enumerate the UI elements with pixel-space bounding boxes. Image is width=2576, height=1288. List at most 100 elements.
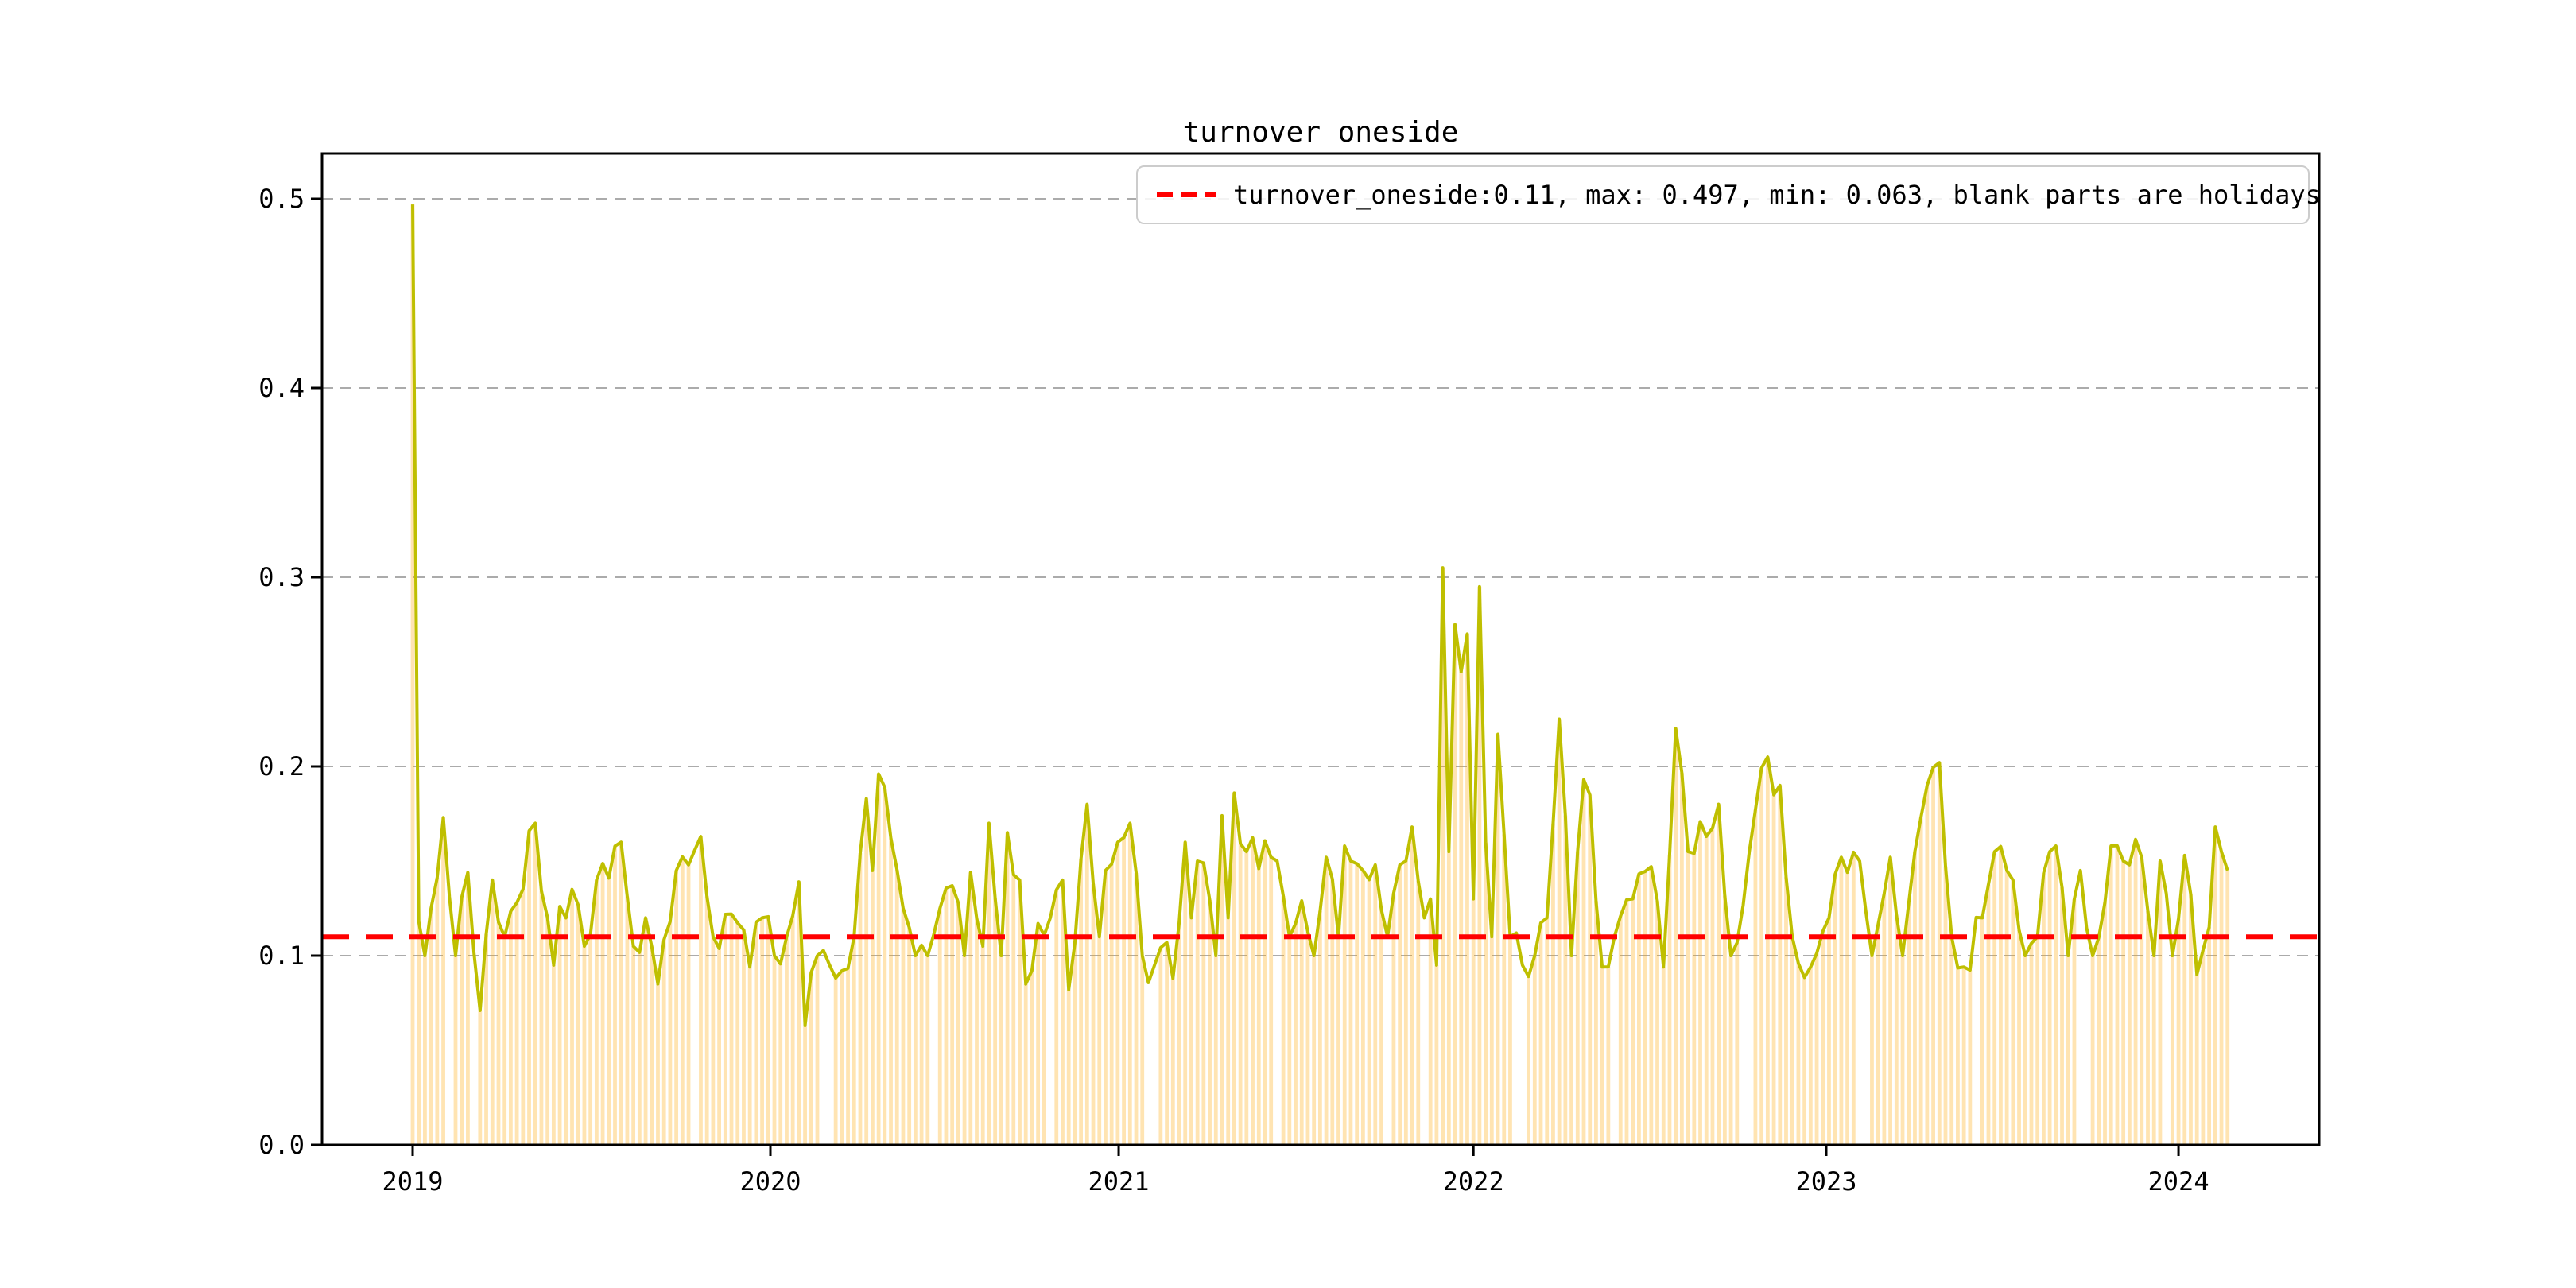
turnover-bar [1661,967,1666,1145]
turnover-bar [551,964,556,1145]
turnover-bar [2225,870,2230,1145]
turnover-bar [809,972,813,1145]
turnover-bar [852,937,856,1145]
y-tick-label: 0.2 [258,751,305,782]
turnover-bar [1091,883,1096,1145]
turnover-bar [545,918,550,1145]
turnover-bar [919,945,924,1145]
turnover-bar [631,946,636,1145]
turnover-bar [1913,852,1917,1145]
turnover-bar [1722,895,1727,1145]
turnover-line [411,204,2229,1028]
turnover-bar [1066,989,1071,1145]
turnover-bar [1808,967,1813,1145]
turnover-bar [975,918,979,1145]
turnover-bar [1183,842,1188,1145]
turnover-bar [913,956,918,1145]
y-tick-label: 0.5 [258,184,305,214]
turnover-bar [1336,937,1340,1145]
turnover-bar [1992,852,1997,1145]
turnover-bar [1968,970,1973,1145]
turnover-bar [613,846,617,1145]
turnover-bar [2047,852,2052,1145]
turnover-bar [790,915,795,1145]
turnover-bar [1324,857,1329,1145]
turnover-bar [699,836,703,1145]
turnover-bar [1287,937,1292,1145]
turnover-bar [625,896,630,1145]
turnover-bar [564,918,568,1145]
turnover-bar [2041,873,2046,1145]
turnover-bar [588,934,593,1145]
turnover-bar [1360,870,1365,1145]
turnover-bar [2035,937,2040,1145]
turnover-bar [1036,923,1041,1145]
turnover-bar [2017,929,2021,1145]
turnover-bar [1551,823,1555,1145]
turnover-bar [1704,836,1709,1145]
turnover-bar [1956,968,1960,1145]
turnover-bar [711,937,716,1145]
turnover-bar [785,937,789,1145]
turnover-bar [1710,828,1715,1145]
turnover-bar [864,798,869,1145]
turnover-bar [1943,866,1948,1145]
turnover-bar [894,869,899,1145]
turnover-bar [600,863,605,1145]
turnover-bar [735,922,740,1145]
turnover-bar [1115,842,1120,1145]
turnover-bar [527,830,531,1145]
turnover-bar [1728,956,1733,1145]
turnover-bar [1317,910,1322,1145]
turnover-bar [1771,794,1776,1145]
turnover-bar [1845,872,1850,1145]
turnover-bar [815,956,820,1145]
turnover-bar [1140,956,1145,1145]
turnover-bar [686,864,691,1145]
turnover-bar [417,921,421,1145]
turnover-bar [840,971,844,1145]
turnover-bar [1557,719,1562,1145]
turnover-bar [1158,947,1163,1145]
turnover-bar [889,838,893,1145]
turnover-bar [496,921,501,1145]
turnover-bar [1894,915,1899,1145]
figure-canvas: { "chart_data": { "type": "line", "title… [0,0,2576,1288]
turnover-bar [1213,956,1218,1145]
turnover-bar [950,885,955,1145]
turnover-bar [2054,845,2058,1145]
turnover-bar [539,890,544,1145]
turnover-bar [478,1011,483,1145]
turnover-bar [1398,864,1402,1145]
turnover-bar [1256,868,1261,1145]
turnover-bar [1918,817,1923,1145]
turnover-bar [1778,785,1783,1145]
turnover-bar [704,896,709,1145]
turnover-bar [1569,956,1573,1145]
turnover-bar [1937,762,1942,1145]
turnover-bar [1735,942,1740,1145]
x-tick-label: 2021 [1088,1166,1150,1197]
turnover-bar [508,911,513,1145]
turnover-bar [846,968,850,1145]
turnover-bar [435,877,440,1145]
turnover-bar [907,927,912,1145]
turnover-bar [1753,809,1758,1145]
turnover-bar [557,906,562,1145]
turnover-bar [643,918,648,1145]
turnover-bar [1839,857,1844,1145]
y-tick-label: 0.0 [258,1130,305,1160]
turnover-bar [1127,823,1132,1145]
turnover-bar [619,842,623,1145]
turnover-bar [1030,970,1034,1145]
turnover-bar [1410,827,1414,1145]
turnover-bar [576,905,580,1145]
turnover-bar [1900,956,1905,1145]
turnover-bar [723,914,727,1145]
turnover-bar [1097,937,1102,1145]
turnover-bar [1624,899,1629,1145]
turnover-bar [1079,859,1084,1145]
turnover-bar [944,888,949,1145]
turnover-bar [2207,927,2212,1145]
turnover-bar [1054,890,1059,1145]
